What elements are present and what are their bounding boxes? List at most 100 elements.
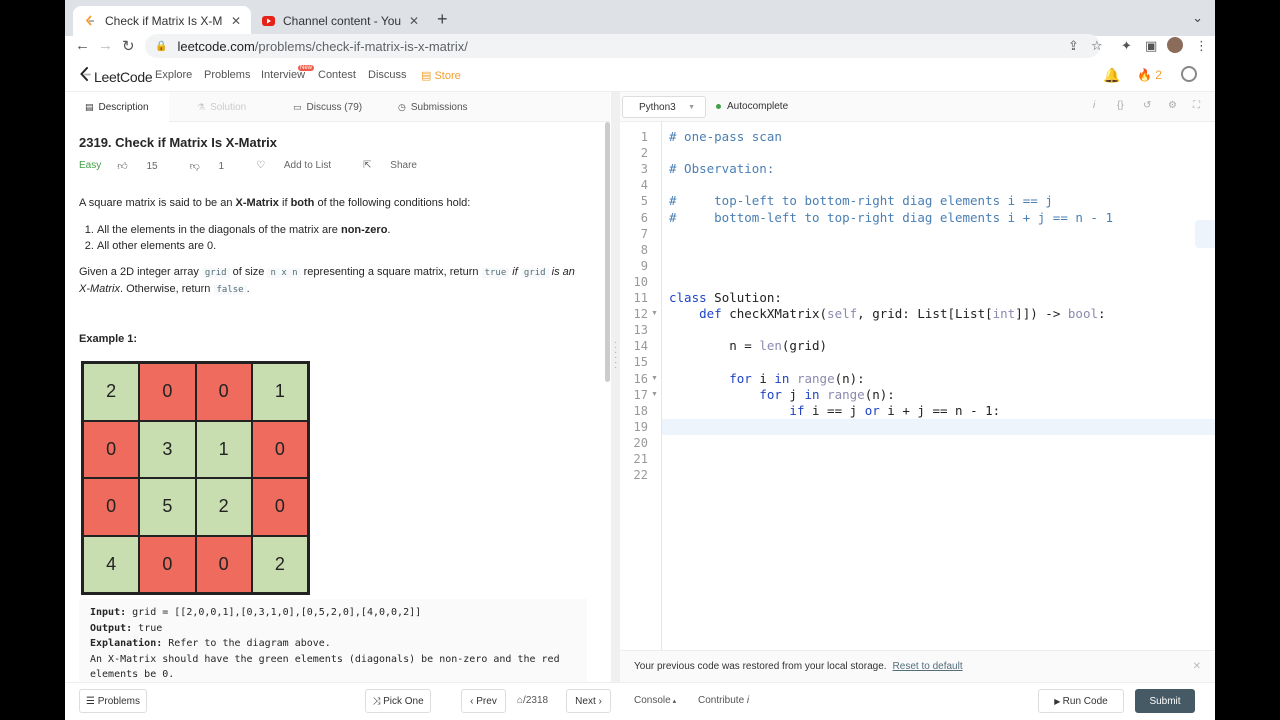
tab-discuss[interactable]: ▭ Discuss (79) xyxy=(293,92,397,122)
line-number: 10 xyxy=(633,274,648,289)
bookmark-star-icon[interactable]: ☆ xyxy=(1091,38,1103,54)
matrix-cell: 2 xyxy=(195,478,252,536)
nav-discuss[interactable]: Discuss xyxy=(368,69,407,81)
close-tab-icon[interactable]: ✕ xyxy=(231,14,241,28)
code-token: # one-pass scan xyxy=(669,129,782,144)
code-token: ]]) -> xyxy=(1015,306,1068,322)
code-line[interactable]: if i == j or i + j == n - 1: xyxy=(669,403,1000,418)
code-line[interactable]: # one-pass scan xyxy=(669,129,782,144)
panel-resizer[interactable]: · · · · · · xyxy=(611,92,620,682)
dislike-button[interactable]: 👎︎ 1 xyxy=(190,160,241,172)
code-line[interactable]: # Observation: xyxy=(669,161,774,176)
tab-youtube-studio[interactable]: Channel content - YouTube Stu ✕ xyxy=(251,6,429,36)
share-button[interactable]: ⇱ Share xyxy=(363,160,433,172)
profile-avatar[interactable] xyxy=(1167,37,1183,53)
tab-label: Submissions xyxy=(410,101,468,113)
share-page-icon[interactable]: ⇪ xyxy=(1068,38,1079,54)
info-icon[interactable]: i xyxy=(1093,100,1095,111)
prev-button[interactable]: ‹ Prev xyxy=(461,689,506,713)
fold-arrow-icon[interactable]: ▼ xyxy=(651,391,658,398)
leetcode-logo[interactable]: LeetCode xyxy=(79,67,153,87)
next-button[interactable]: Next › xyxy=(566,689,611,713)
nav-explore[interactable]: Explore xyxy=(155,69,192,81)
side-panel-tab[interactable] xyxy=(1195,220,1215,248)
language-select[interactable]: Python3 ▼ xyxy=(622,96,706,118)
problem-meta: Easy 👍︎ 15 👎︎ 1 ♡ Add to List ⇱ Share xyxy=(79,160,449,172)
address-bar[interactable]: 🔒 leetcode.com/problems/check-if-matrix-… xyxy=(145,34,1100,58)
text-italic: if xyxy=(509,266,521,278)
code-line[interactable]: class Solution: xyxy=(669,290,782,305)
code-token: i + j == n - 1: xyxy=(879,402,1001,418)
like-count: 15 xyxy=(146,161,158,172)
tab-description[interactable]: ▤ Description xyxy=(65,92,169,122)
tab-leetcode[interactable]: Check if Matrix Is X-Matrix - Le ✕ xyxy=(73,6,251,36)
line-number: 4 xyxy=(640,178,648,193)
browser-menu-icon[interactable]: ⋮ xyxy=(1195,38,1208,54)
notification-bell-icon[interactable]: 🔔 xyxy=(1103,67,1120,84)
run-code-button[interactable]: ▶ Run Code xyxy=(1038,689,1124,713)
autocomplete-toggle[interactable]: Autocomplete xyxy=(716,101,788,112)
matrix-cell: 0 xyxy=(195,363,252,421)
side-panel-icon[interactable]: ▣ xyxy=(1145,38,1157,54)
label: Output: xyxy=(90,622,133,634)
label: Pick One xyxy=(383,695,424,707)
code-line[interactable]: for j in range(n): xyxy=(669,387,895,402)
contribute-link[interactable]: Contribute i xyxy=(698,695,749,706)
settings-icon[interactable]: ⚙ xyxy=(1168,100,1177,111)
like-button[interactable]: 👍︎ 15 xyxy=(117,160,173,172)
code-line[interactable]: for i in range(n): xyxy=(669,371,865,386)
code-line[interactable]: def checkXMatrix(self, grid: List[List[i… xyxy=(669,306,1105,322)
code-line[interactable]: n = len(grid) xyxy=(669,338,827,353)
thumbs-down-icon: 👎︎ xyxy=(189,161,203,172)
code-braces-icon[interactable]: {} xyxy=(1117,100,1124,111)
description-scrollbar[interactable] xyxy=(605,122,610,382)
share-icon: ⇱ xyxy=(363,160,375,171)
submit-button[interactable]: Submit xyxy=(1135,689,1195,713)
fold-arrow-icon[interactable]: ▼ xyxy=(651,375,658,382)
reset-to-default-link[interactable]: Reset to default xyxy=(893,661,963,672)
fold-arrow-icon[interactable]: ▼ xyxy=(651,310,658,317)
pick-one-button[interactable]: ⤨ Pick One xyxy=(365,689,431,713)
code-token: i xyxy=(751,370,775,386)
back-icon[interactable]: ← xyxy=(75,37,90,54)
leetcode-favicon-icon xyxy=(83,14,97,28)
console-toggle[interactable]: Console ▴ xyxy=(634,695,676,706)
nav-store[interactable]: ▤ Store xyxy=(421,69,461,82)
nav-interview[interactable]: Interview xyxy=(261,69,305,81)
code-line[interactable]: # top-left to bottom-right diag elements… xyxy=(669,193,1053,208)
inline-code: false xyxy=(213,285,247,295)
text: of size xyxy=(229,266,268,278)
reload-icon[interactable]: ↻ xyxy=(122,37,135,55)
code-token: # top-left to bottom-right diag elements… xyxy=(669,193,1053,209)
tab-search-chevron-icon[interactable]: ⌄ xyxy=(1192,10,1203,26)
close-tab-icon[interactable]: ✕ xyxy=(409,14,419,28)
code-token: self xyxy=(827,306,858,322)
text-bold: non-zero xyxy=(340,224,388,236)
code-line[interactable]: # bottom-left to top-right diag elements… xyxy=(669,210,1113,225)
user-avatar-icon[interactable] xyxy=(1181,66,1197,82)
nav-problems[interactable]: Problems xyxy=(204,69,250,81)
extensions-puzzle-icon[interactable]: ✦ xyxy=(1121,38,1132,54)
store-label: Store xyxy=(434,70,461,82)
tab-submissions[interactable]: ◷ Submissions xyxy=(398,92,502,122)
tab-strip: Check if Matrix Is X-Matrix - Le ✕ Chann… xyxy=(65,0,1215,36)
forward-icon[interactable]: → xyxy=(98,37,113,54)
new-tab-icon[interactable]: + xyxy=(437,9,448,30)
problems-button[interactable]: ☰ Problems xyxy=(79,689,147,713)
streak-counter[interactable]: 🔥 2 xyxy=(1137,68,1162,82)
reset-icon[interactable]: ↺ xyxy=(1143,100,1151,111)
tab-solution[interactable]: ⚗ Solution xyxy=(183,92,287,122)
add-to-list-button[interactable]: ♡ Add to List xyxy=(256,160,347,172)
matrix-cell: 2 xyxy=(251,535,308,593)
clock-icon: ◷ xyxy=(398,101,406,112)
code-token: if xyxy=(789,402,805,418)
code-editor[interactable]: 1 2 3 4 5 6 7 8 9 10 11 12 ▼ 13 14 15 16 ▼ 17 ▼ 18 19 20 21 22 #… xyxy=(620,122,1215,650)
close-icon[interactable]: ✕ xyxy=(1193,661,1201,672)
line-number-gutter: 1 2 3 4 5 6 7 8 9 10 11 12 ▼ 13 14 15 16 ▼ 17 ▼ 18 19 20 21 22 xyxy=(620,122,662,650)
label: Explanation: xyxy=(90,638,163,649)
line-number: 1 xyxy=(640,130,648,144)
fullscreen-icon[interactable]: ⛶ xyxy=(1193,100,1200,111)
nav-contest[interactable]: Contest xyxy=(318,69,356,81)
